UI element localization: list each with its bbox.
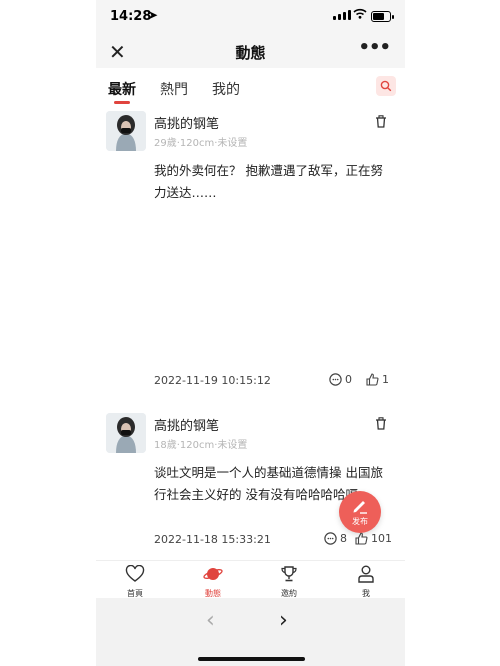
like-count-value: 1 xyxy=(382,373,389,386)
comment-count[interactable]: 0 xyxy=(329,373,352,386)
search-icon xyxy=(380,80,392,92)
browser-toolbar: ‹ › xyxy=(96,598,405,666)
comment-count-value: 8 xyxy=(340,532,347,545)
wifi-icon xyxy=(353,8,367,22)
post-author-name[interactable]: 高挑的钢笔 xyxy=(154,113,219,132)
feed-tabs: 最新 熱門 我的 xyxy=(96,70,405,104)
trash-icon[interactable] xyxy=(375,415,387,434)
trash-icon[interactable] xyxy=(375,113,387,132)
nav-feed[interactable]: 動態 xyxy=(188,565,238,599)
post-card[interactable]: 高挑的钢笔 29歲·120cm·未设置 我的外卖何在？ 抱歉遭遇了敌军，正在努力… xyxy=(96,111,405,401)
cellular-signal-icon xyxy=(333,10,351,20)
status-bar: 14:28 ➤ xyxy=(96,0,405,34)
chevron-right-icon[interactable]: › xyxy=(279,608,288,633)
search-button[interactable] xyxy=(376,76,396,96)
phone-screen: 14:28 ➤ ✕ 動態 ••• 最新 熱門 我的 高挑的钢笔 29歲·120c… xyxy=(96,0,405,666)
comment-icon xyxy=(329,373,342,386)
publish-button[interactable]: 发布 xyxy=(339,491,381,533)
trophy-icon xyxy=(281,566,297,582)
like-count-value: 101 xyxy=(371,532,392,545)
active-tab-indicator xyxy=(114,101,130,104)
post-date: 2022-11-19 10:15:12 xyxy=(154,374,271,387)
post-author-meta: 29歲·120cm·未设置 xyxy=(154,138,248,149)
comment-count[interactable]: 8 xyxy=(324,532,347,545)
pencil-icon xyxy=(353,501,367,514)
comment-count-value: 0 xyxy=(345,373,352,386)
home-indicator[interactable] xyxy=(198,657,305,661)
heart-chat-icon xyxy=(125,564,145,582)
avatar[interactable] xyxy=(106,413,146,453)
top-navbar: ✕ 動態 ••• xyxy=(96,34,405,68)
chevron-left-icon[interactable]: ‹ xyxy=(206,608,215,633)
planet-icon xyxy=(203,568,223,580)
post-author-name[interactable]: 高挑的钢笔 xyxy=(154,415,219,434)
post-date: 2022-11-18 15:33:21 xyxy=(154,533,271,546)
tab-latest[interactable]: 最新 xyxy=(108,79,136,99)
battery-icon xyxy=(371,11,394,22)
post-author-meta: 18歲·120cm·未设置 xyxy=(154,440,248,451)
comment-icon xyxy=(324,532,337,545)
nav-home[interactable]: 首頁 xyxy=(110,564,160,599)
tab-mine[interactable]: 我的 xyxy=(212,79,240,99)
nav-invite[interactable]: 邀約 xyxy=(264,565,314,599)
nav-me[interactable]: 我 xyxy=(341,565,391,599)
person-icon xyxy=(358,565,374,583)
post-content: 我的外卖何在？ 抱歉遭遇了敌军，正在努力送达…… xyxy=(154,163,383,200)
location-arrow-icon: ➤ xyxy=(148,8,159,22)
avatar[interactable] xyxy=(106,111,146,151)
more-options-icon[interactable]: ••• xyxy=(358,37,391,58)
post-card[interactable]: 高挑的钢笔 18歲·120cm·未设置 谈吐文明是一个人的基础道德情操 出国旅行… xyxy=(96,413,405,558)
like-count[interactable]: 101 xyxy=(355,532,392,545)
thumbs-up-icon xyxy=(355,532,368,545)
publish-label: 发布 xyxy=(352,517,368,526)
like-count[interactable]: 1 xyxy=(366,373,389,386)
bottom-navigation: 首頁 動態 邀約 我 xyxy=(96,560,405,599)
thumbs-up-icon xyxy=(366,373,379,386)
status-time: 14:28 xyxy=(110,9,152,24)
tab-popular[interactable]: 熱門 xyxy=(160,79,188,99)
